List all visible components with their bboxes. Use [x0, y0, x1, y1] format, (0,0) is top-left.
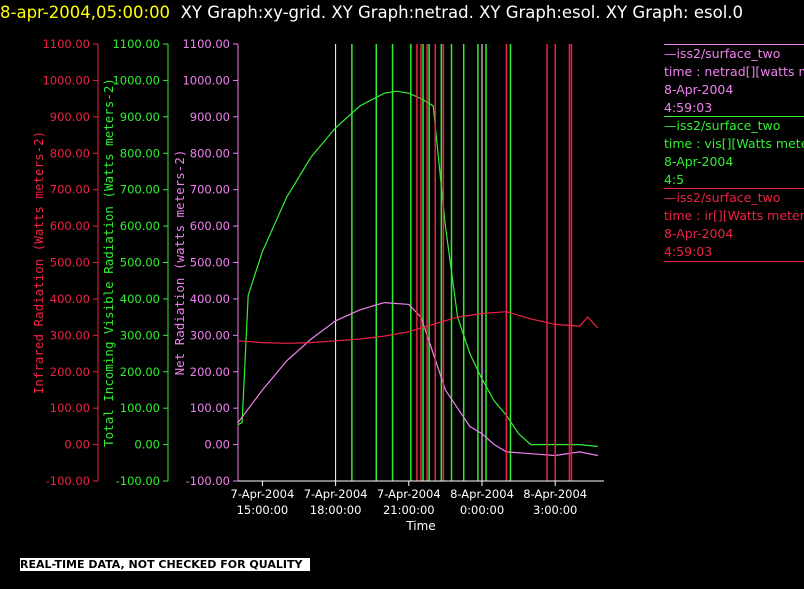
x-tick-label-time: 0:00:00	[460, 503, 504, 517]
legend-vis-source: —iss2/surface_two	[664, 118, 781, 133]
y-tick-label-ir: -100.00	[46, 474, 90, 488]
legend-entry-ir: —iss2/surface_two time : ir[][Watts mete…	[664, 188, 804, 262]
y-tick-label-ir: 300.00	[50, 328, 90, 342]
y-tick-label-ir: 0.00	[64, 438, 90, 452]
series-line-vis	[237, 90, 598, 447]
y-tick-label-ir: 1000.00	[42, 73, 90, 87]
y-tick-label-ir: 700.00	[50, 183, 90, 197]
x-tick-label-date: 8-Apr-2004	[523, 487, 587, 501]
y-tick-label-vis: 0.00	[134, 438, 160, 452]
y-tick-label-vis: 800.00	[120, 146, 160, 160]
legend-ir-source: —iss2/surface_two	[664, 190, 781, 205]
axes-layer: -100.00 0.00 100.00 200.00 300.00 400.00 500.0…	[31, 37, 239, 488]
y-axis-title-netrad: Net Radiation (watts meters-2)	[172, 150, 187, 376]
y-tick-label-ir: 400.00	[50, 292, 90, 306]
y-tick-label-netrad: 300.00	[190, 328, 230, 342]
legend-netrad-variable: time : netrad[][watts meters-2]	[664, 64, 804, 79]
legend-entry-vis: —iss2/surface_two time : vis[][Watts met…	[664, 116, 804, 189]
y-tick-label-vis: 600.00	[120, 219, 160, 233]
y-tick-label-netrad: 900.00	[190, 110, 230, 124]
y-tick-label-vis: 1000.00	[112, 73, 160, 87]
legend-vis-date: 8-Apr-2004	[664, 154, 734, 169]
y-tick-label-netrad: 600.00	[190, 219, 230, 233]
y-tick-label-netrad: 0.00	[204, 438, 230, 452]
y-axis-title-ir: Infrared Radiation (Watts meters-2)	[31, 131, 46, 394]
y-tick-label-netrad: 400.00	[190, 292, 230, 306]
legend-ir-time: 4:59:03	[664, 244, 713, 259]
y-tick-label-vis: 300.00	[120, 328, 160, 342]
y-tick-label-vis: 100.00	[120, 401, 160, 415]
x-tick-label-time: 18:00:00	[310, 503, 362, 517]
y-tick-label-netrad: 100.00	[190, 401, 230, 415]
y-tick-label-vis: 500.00	[120, 256, 160, 270]
series-line-netrad	[237, 301, 599, 457]
x-tick-label-date: 7-Apr-2004	[304, 487, 368, 501]
y-tick-label-vis: 1100.00	[112, 37, 160, 51]
legend-vis-variable: time : vis[][Watts meters-2]	[664, 136, 804, 151]
x-tick-label-date: 7-Apr-2004	[377, 487, 441, 501]
legend-ir-variable: time : ir[][Watts meters-2]	[664, 208, 804, 223]
y-tick-label-vis: 400.00	[120, 292, 160, 306]
y-tick-label-vis: 200.00	[120, 365, 160, 379]
y-tick-label-ir: 500.00	[50, 256, 90, 270]
x-tick-label-time: 15:00:00	[237, 503, 289, 517]
y-tick-label-netrad: 1000.00	[182, 73, 230, 87]
x-tick-label-time: 3:00:00	[533, 503, 577, 517]
series-layer	[237, 44, 599, 481]
y-tick-label-vis: 900.00	[120, 110, 160, 124]
y-tick-label-netrad: -100.00	[186, 474, 230, 488]
series-line-ir	[237, 311, 599, 344]
legend-vis-time: 4:5	[664, 172, 685, 187]
x-tick-label-time: 21:00:00	[383, 503, 435, 517]
legend-ir-date: 8-Apr-2004	[664, 226, 734, 241]
y-tick-label-netrad: 800.00	[190, 146, 230, 160]
x-tick-label-date: 7-Apr-2004	[231, 487, 295, 501]
y-tick-label-vis: 700.00	[120, 183, 160, 197]
legend-netrad-time: 4:59:03	[664, 100, 713, 115]
y-tick-label-ir: 800.00	[50, 146, 90, 160]
y-tick-label-netrad: 200.00	[190, 365, 230, 379]
quality-banner: REAL-TIME DATA, NOT CHECKED FOR QUALITY	[20, 558, 311, 571]
x-axis: 7-Apr-2004 15:00:00 7-Apr-2004 18:00:00 7-Ap…	[231, 480, 604, 533]
legend-entry-netrad: —iss2/surface_two time : netrad[][watts …	[664, 44, 804, 117]
y-axis-title-vis: Total Incoming Visible Radiation (Watts …	[101, 78, 116, 447]
grid-layer	[335, 44, 556, 481]
x-axis-title: Time	[405, 519, 435, 533]
y-tick-label-ir: 200.00	[50, 365, 90, 379]
y-tick-label-ir: 900.00	[50, 110, 90, 124]
y-tick-label-ir: 100.00	[50, 401, 90, 415]
y-tick-label-netrad: 1100.00	[182, 37, 230, 51]
y-tick-label-vis: -100.00	[116, 474, 160, 488]
legend-netrad-source: —iss2/surface_two	[664, 46, 781, 61]
y-tick-label-netrad: 500.00	[190, 256, 230, 270]
y-tick-label-ir: 1100.00	[42, 37, 90, 51]
y-tick-label-netrad: 700.00	[190, 183, 230, 197]
x-tick-label-date: 8-Apr-2004	[450, 487, 514, 501]
legend-netrad-date: 8-Apr-2004	[664, 82, 734, 97]
y-tick-label-ir: 600.00	[50, 219, 90, 233]
